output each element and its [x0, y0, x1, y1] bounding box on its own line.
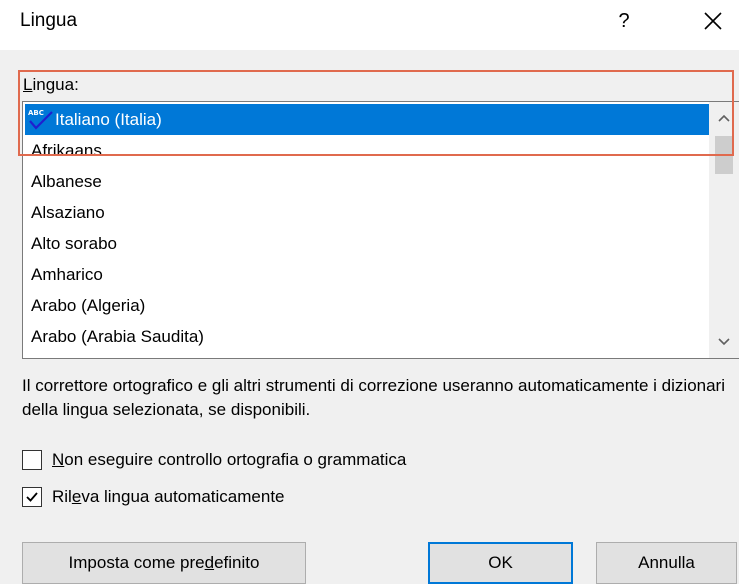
list-item[interactable]: Arabo (Arabia Saudita)	[23, 321, 711, 352]
close-icon	[704, 12, 722, 30]
list-item[interactable]: Afrikaans	[23, 135, 711, 166]
set-default-button[interactable]: Imposta come pre d efinito	[22, 542, 306, 584]
svg-text:ABC: ABC	[28, 109, 44, 117]
ok-button[interactable]: OK	[428, 542, 573, 584]
detect-language-label: Rileva lingua automaticamente	[52, 487, 285, 507]
set-default-label-before: Imposta come pre	[68, 553, 205, 572]
scroll-up-button[interactable]	[709, 104, 739, 132]
language-label-text: ingua:	[32, 75, 79, 94]
spell-check-icon: ABC	[28, 109, 53, 130]
detect-language-label-after: va lingua automaticamente	[81, 487, 285, 506]
detect-language-checkbox[interactable]	[22, 487, 42, 507]
description-text: Il correttore ortografico e gli altri st…	[22, 376, 725, 419]
help-button[interactable]: ?	[612, 6, 636, 36]
detect-language-accesskey: e	[71, 487, 82, 506]
dialog-title: Lingua	[20, 10, 78, 31]
set-default-accesskey: d	[204, 553, 215, 572]
list-item[interactable]: Amharico	[23, 259, 711, 290]
language-label: Lingua:	[23, 74, 79, 96]
list-item-label: Italiano (Italia)	[55, 110, 162, 129]
detect-language-option[interactable]: Rileva lingua automaticamente	[22, 487, 285, 507]
list-item[interactable]: Alsaziano	[23, 197, 711, 228]
scroll-thumb[interactable]	[715, 136, 733, 174]
set-default-label-after: efinito	[214, 553, 260, 572]
scroll-down-button[interactable]	[709, 328, 739, 356]
detect-language-label-before: Ril	[52, 487, 72, 506]
list-item[interactable]: Albanese	[23, 166, 711, 197]
chevron-down-icon	[718, 338, 730, 346]
no-proofing-label-text: on eseguire controllo ortografia o gramm…	[64, 450, 407, 469]
no-proofing-option[interactable]: Non eseguire controllo ortografia o gram…	[22, 450, 406, 470]
title-bar: Lingua ?	[0, 0, 739, 50]
list-item[interactable]: Alto sorabo	[23, 228, 711, 259]
cancel-button[interactable]: Annulla	[596, 542, 737, 584]
no-proofing-label: Non eseguire controllo ortografia o gram…	[52, 450, 406, 470]
language-list: ABC Italiano (Italia) Afrikaans Albanese…	[23, 104, 711, 352]
language-dialog: Lingua ? Lingua: ABC Italiano (Italia) A…	[0, 0, 739, 584]
vertical-scrollbar[interactable]	[709, 102, 739, 358]
no-proofing-accesskey: N	[52, 450, 65, 469]
no-proofing-checkbox[interactable]	[22, 450, 42, 470]
list-item-selected[interactable]: ABC Italiano (Italia)	[25, 104, 709, 135]
list-item[interactable]: Arabo (Algeria)	[23, 290, 711, 321]
checkmark-icon	[26, 492, 38, 502]
close-button[interactable]	[698, 6, 728, 36]
language-listbox[interactable]: ABC Italiano (Italia) Afrikaans Albanese…	[22, 101, 739, 359]
chevron-up-icon	[718, 114, 730, 122]
